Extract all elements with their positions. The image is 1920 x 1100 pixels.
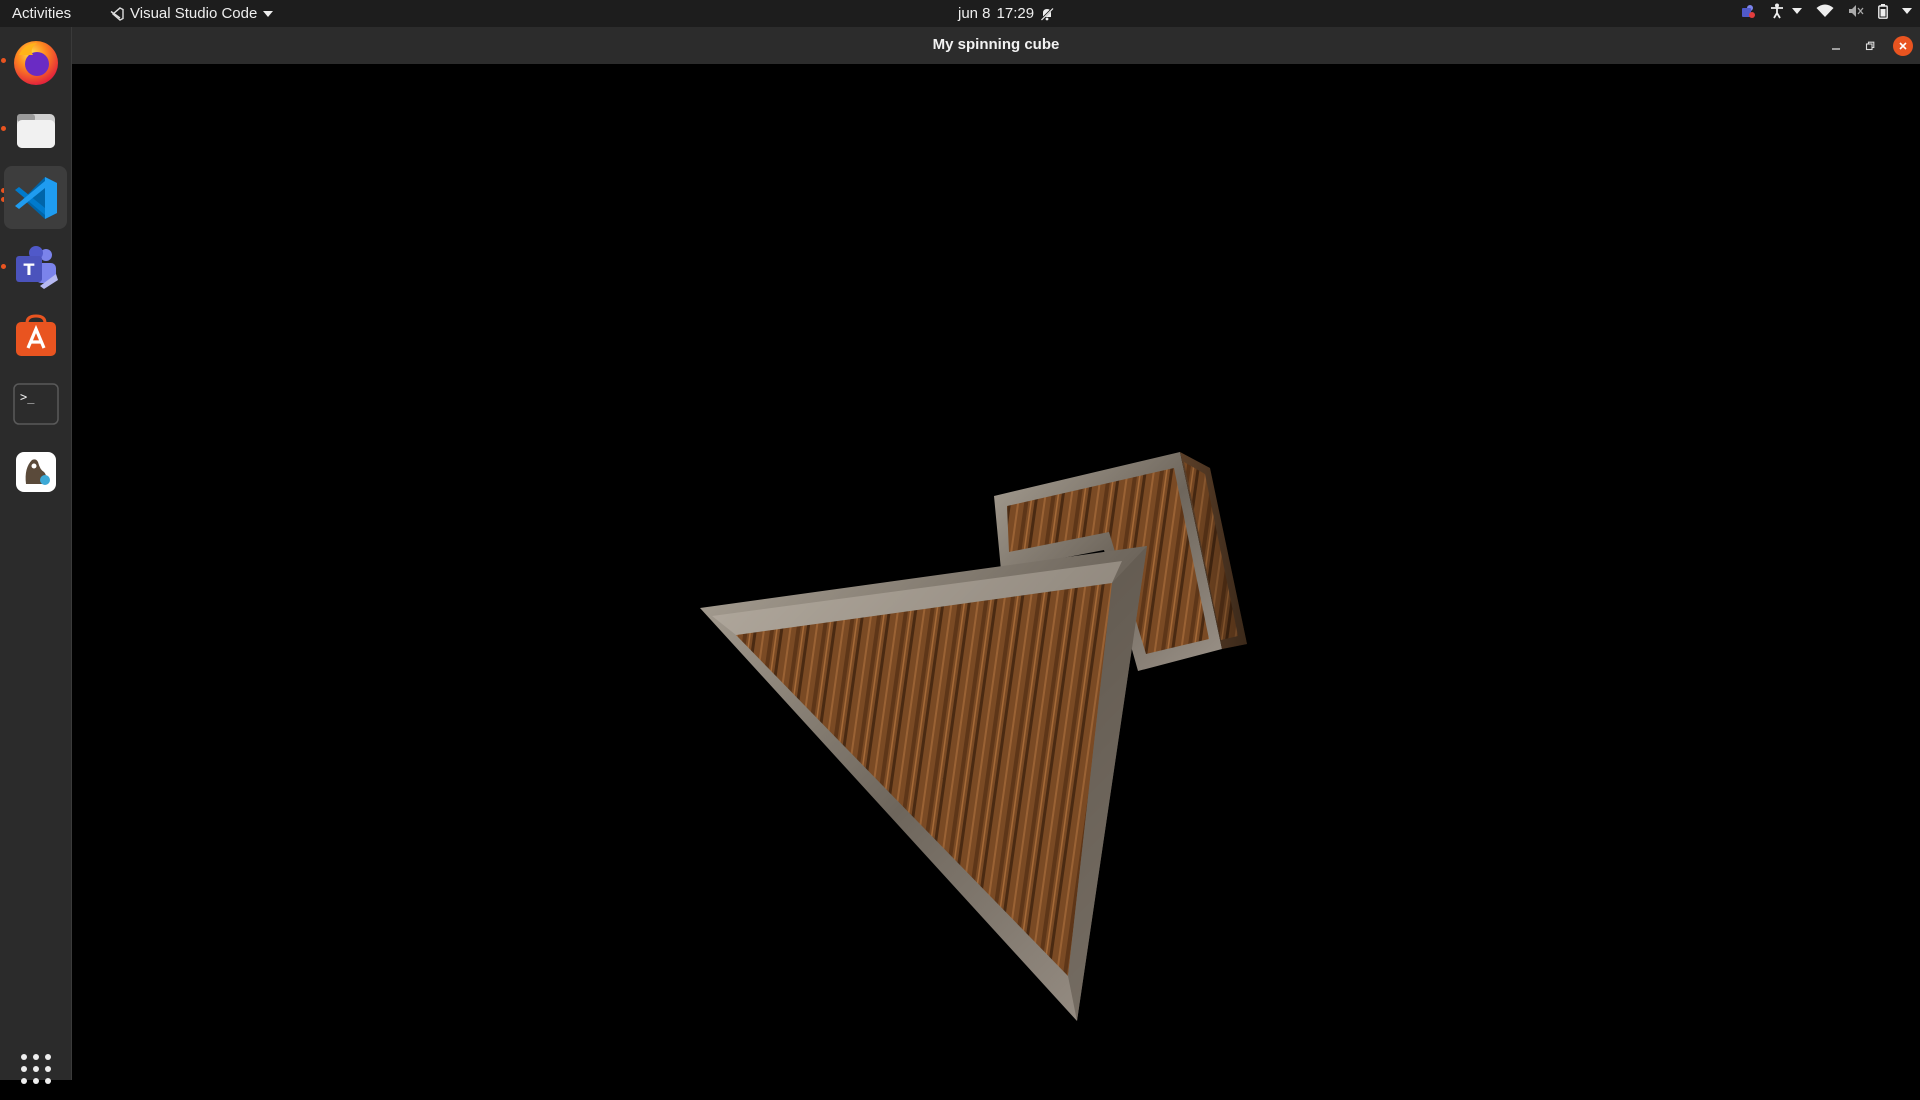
dock: T >_	[0, 27, 72, 1084]
dock-item-terminal[interactable]: >_	[4, 372, 67, 435]
chevron-down-icon	[1902, 8, 1912, 14]
activities-button[interactable]: Activities	[12, 5, 71, 22]
teams-icon: T	[15, 245, 58, 289]
spinning-cube-render	[700, 452, 1247, 1021]
gimp-icon	[15, 451, 56, 492]
dock-item-gimp[interactable]	[4, 440, 67, 503]
dock-item-software[interactable]	[4, 304, 67, 367]
battery-icon	[1878, 3, 1888, 19]
render-canvas[interactable]	[72, 64, 1920, 1080]
notifications-off-icon	[1040, 6, 1054, 21]
vscode-small-icon	[110, 6, 124, 21]
chevron-down-icon	[1792, 8, 1802, 14]
firefox-icon	[13, 40, 58, 85]
minimize-icon	[1832, 48, 1840, 50]
volume-muted-icon	[1849, 5, 1864, 17]
terminal-prompt: >_	[20, 390, 35, 404]
window-title: My spinning cube	[932, 36, 1060, 53]
restore-button[interactable]	[1860, 36, 1880, 56]
clock-time: 17:29	[996, 5, 1035, 22]
clock-date: jun 8	[958, 5, 991, 22]
clock[interactable]: jun 8 17:29	[958, 5, 1054, 22]
front-cube-face	[700, 546, 1147, 1021]
top-bar: Activities Visual Studio Code jun 8 17:2…	[0, 0, 1920, 27]
svg-text:T: T	[23, 260, 34, 279]
minimize-button[interactable]	[1826, 36, 1846, 56]
show-applications-button[interactable]	[4, 1037, 67, 1100]
app-menu[interactable]: Visual Studio Code	[110, 5, 274, 22]
wifi-icon	[1816, 4, 1834, 17]
chevron-down-icon	[263, 10, 274, 17]
close-icon	[1899, 42, 1907, 50]
files-icon	[16, 113, 55, 148]
dock-item-firefox[interactable]	[4, 30, 67, 93]
accessibility-menu[interactable]	[1770, 3, 1802, 19]
dock-item-vscode[interactable]	[4, 166, 67, 229]
terminal-icon: >_	[12, 382, 59, 425]
window-titlebar[interactable]: My spinning cube	[72, 27, 1920, 65]
restore-icon	[1865, 41, 1875, 51]
teams-tray-icon[interactable]	[1740, 3, 1756, 19]
system-status-menu[interactable]	[1816, 3, 1912, 19]
app-store-icon	[15, 313, 56, 356]
app-menu-label: Visual Studio Code	[130, 5, 258, 22]
dock-item-teams[interactable]: T	[4, 236, 67, 299]
close-button[interactable]	[1893, 36, 1913, 56]
accessibility-icon	[1771, 3, 1783, 19]
vscode-icon	[14, 176, 57, 219]
dock-item-files[interactable]	[4, 98, 67, 161]
app-grid-icon	[20, 1053, 51, 1084]
system-tray	[1740, 3, 1912, 19]
